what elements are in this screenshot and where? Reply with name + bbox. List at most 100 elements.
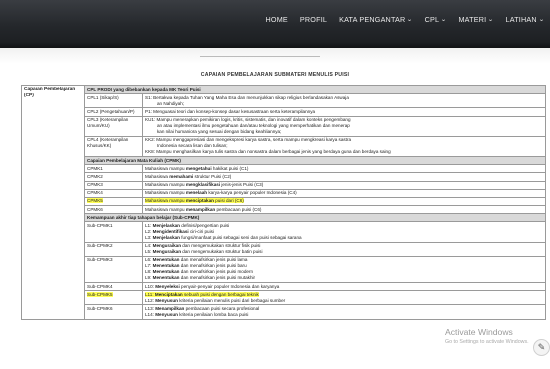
table-row: Sub-CPMK2 L4: Menguraikan dan mengemukaka… xyxy=(22,241,546,257)
description-line: an Nahdiyah; xyxy=(157,100,185,106)
text: L5: xyxy=(145,249,153,255)
cpmk-description: Mahasiswa mampu mengklasifikasi jenis-je… xyxy=(142,180,546,190)
code-text: Sub-CPMK4 xyxy=(87,283,113,289)
text: kriteria penilaian lomba baca puisi xyxy=(177,311,249,317)
cpmk-description: Mahasiswa mampu menciptakan puisi dari (… xyxy=(142,196,546,207)
text: Mahasiswa mampu xyxy=(145,165,186,171)
text: Mahasiswa mampu xyxy=(145,182,186,188)
site-header: HOME PROFIL KATA PENGANTAR ⌄ CPL ⌄ MATERI ⌄ LATI… xyxy=(0,0,550,48)
activate-windows-watermark: Activate Windows Go to Settings to activ… xyxy=(445,327,529,345)
code-text: CPMK5 xyxy=(87,198,103,204)
main-nav: HOME PROFIL KATA PENGANTAR ⌄ CPL ⌄ MATERI ⌄ LATI… xyxy=(266,15,545,24)
keyword: Menguraikan xyxy=(152,243,182,249)
code-text: Sub-CPMK3 xyxy=(87,257,113,263)
table-row: CPMK3 Mahasiswa mampu mengklasifikasi jen… xyxy=(22,180,546,190)
text: L4: xyxy=(145,243,153,249)
table-row: Sub-CPMK4 L10: Menyeleksi penyair-penyair… xyxy=(22,281,546,292)
line-text: L10: Menyeleksi penyair-penyair populer … xyxy=(145,284,279,289)
sub-cpmk-code: Sub-CPMK2 xyxy=(84,241,143,257)
table-row: Capaian Pembelajaran (CP) CPL PRODI yang d… xyxy=(21,84,546,320)
cpl-code: CPL1 (Sikap/S) xyxy=(84,93,143,109)
line-text: L1: Menjelaskan definisi/pengertian puis… xyxy=(145,223,229,228)
keyword: Menyusun xyxy=(155,311,178,317)
keyword: Menentukan xyxy=(152,275,180,281)
nav-item-materi[interactable]: MATERI ⌄ xyxy=(458,15,493,24)
edit-button[interactable]: ✎ xyxy=(533,339,550,356)
line-text: L14: Menyusun kriteria penilaian lomba b… xyxy=(145,312,248,317)
nav-item-profil[interactable]: PROFIL xyxy=(300,15,327,24)
table-row: Sub-CPMK1 L1: Menjelaskan definisi/penger… xyxy=(22,221,546,243)
cpl-code: CPL2 (Pengetahuan/P) xyxy=(84,107,143,117)
nav-label: HOME xyxy=(265,15,288,24)
cpl-description: KU1: Mampu menerapkan pemikiran logis, k… xyxy=(142,115,546,137)
description-text: Mahasiswa mampu menciptakan puisi dari (… xyxy=(145,198,244,204)
sub-cpmk-description: L10: Menyeleksi penyair-penyair populer … xyxy=(142,281,546,292)
sub-cpmk-code: Sub-CPMK4 xyxy=(84,281,143,292)
cpmk-code: CPMK3 xyxy=(84,180,143,190)
nav-item-kata-pengantar[interactable]: KATA PENGANTAR ⌄ xyxy=(339,15,413,24)
keyword: Menampilkan xyxy=(155,305,185,311)
nav-item-cpl[interactable]: CPL ⌄ xyxy=(425,15,447,24)
page-title: CAPAIAN PEMBELAJARAN SUBMATERI MENULIS P… xyxy=(200,72,350,78)
nav-item-home[interactable]: HOME xyxy=(266,15,288,24)
section-title: CPL PRODI yang dibebankan kepada MK Teor… xyxy=(87,86,201,92)
keyword: Mengidentifikasi xyxy=(152,229,189,235)
table-row: Sub-CPMK6 L13: Menampilkan pembacaan puis… xyxy=(22,304,546,320)
learning-outcomes-table: Capaian Pembelajaran (CP) CPL PRODI yang d… xyxy=(21,84,546,320)
text: L14: xyxy=(145,311,156,317)
code-text: CPMK3 xyxy=(87,182,103,188)
cpl-code: CPL4 (Keterampilan Khusus/KK) xyxy=(84,135,143,157)
sub-cpmk-code: Sub-CPMK6 xyxy=(84,304,143,320)
line-text: L3: Menjelaskan fungsi/manfaat puisi seb… xyxy=(145,235,302,240)
keyword: menciptakan xyxy=(185,198,214,204)
table-row: CPMK1 Mahasiswa mampu mengetahui hakikat … xyxy=(22,164,546,174)
text: L7: xyxy=(145,263,153,269)
line-text: L7: Menentukan dan menafsirkan jenis pui… xyxy=(145,263,247,268)
table-row: Kemampuan akhir tiap tahapan belajar (Su… xyxy=(22,213,546,223)
sub-cpmk-description: L6: Menentukan dan menafsirkan jenis pui… xyxy=(142,255,546,284)
text: penyair-penyair populer Indonesia dan ka… xyxy=(179,283,280,289)
table-row: CPL4 (Keterampilan Khusus/KK) KK2: Mampu m… xyxy=(22,135,546,157)
table-row: Sub-CPMK5 L11: Menciptakan sebuah puisi d… xyxy=(22,290,546,306)
cpmk-code: CPMK5 xyxy=(84,196,143,207)
cpmk-code: CPMK6 xyxy=(84,205,143,215)
line-text: L4: Menguraikan dan mengemukakan struktu… xyxy=(145,243,260,248)
description-text: Mahasiswa memahami struktur Puisi (C2) xyxy=(145,174,231,179)
section-header: Kemampuan akhir tiap tahapan belajar (Su… xyxy=(84,213,546,223)
keyword: Menentukan xyxy=(152,263,180,269)
section-header: CPL PRODI yang dibebankan kepada MK Teor… xyxy=(84,84,546,95)
text: dan mengemukakan struktur batin puisi xyxy=(181,249,263,255)
code-text: CPMK1 xyxy=(87,165,103,171)
sub-cpmk-code: Sub-CPMK1 xyxy=(84,221,143,243)
description-line: KK8: Mampu menghasilkan karya tulis sast… xyxy=(145,149,391,155)
table-row: CPL1 (Sikap/S) S1: Bertakwa kepada Tuhan … xyxy=(22,93,546,109)
keyword: Menguraikan xyxy=(152,249,182,255)
description-text: Mahasiswa mampu menelaah karya-karya pen… xyxy=(145,190,297,195)
text: puisi dari (C6) xyxy=(213,198,244,204)
sub-cpmk-description: L13: Menampilkan pembacaan puisi secara … xyxy=(142,304,546,320)
text: Mahasiswa mampu xyxy=(145,206,186,212)
text: L9: xyxy=(145,275,153,281)
description-text: Mahasiswa mampu mengklasifikasi jenis-je… xyxy=(145,182,263,187)
keyword: mengklasifikasi xyxy=(185,182,221,188)
text: L3: xyxy=(145,235,153,241)
text: L2: xyxy=(145,229,153,235)
section-title: Kemampuan akhir tiap tahapan belajar (Su… xyxy=(87,214,200,220)
nav-label: CPL xyxy=(424,15,440,24)
table-row: CPL3 (Keterampilan Umum/KU) KU1: Mampu men… xyxy=(22,115,546,137)
keyword: Menyusun xyxy=(155,297,178,303)
text: L6: xyxy=(145,257,153,263)
keyword: Menciptakan xyxy=(154,291,183,297)
nav-item-latihan[interactable]: LATIHAN ⌄ xyxy=(506,15,545,24)
text: pembacaan puisi (C6) xyxy=(215,206,262,212)
section-title: Capaian Pembelajaran Mata Kuliah (CPMK) xyxy=(87,157,181,163)
keyword: menelaah xyxy=(185,190,208,196)
cpmk-description: Mahasiswa mampu mengetahui hakikat puisi… xyxy=(142,164,546,174)
section-header: Capaian Pembelajaran Mata Kuliah (CPMK) xyxy=(84,155,546,166)
table-row: CPMK6 Mahasiswa mampu menampilkan pembaca… xyxy=(22,205,546,215)
description-line: P1: Menguasai teori dan konsep-konsep da… xyxy=(145,108,316,114)
line-text: L5: Menguraikan dan mengemukakan struktu… xyxy=(145,249,262,254)
nav-label: MATERI xyxy=(458,15,487,24)
code-text: Sub-CPMK2 xyxy=(87,243,113,249)
chevron-down-icon: ⌄ xyxy=(440,17,447,23)
